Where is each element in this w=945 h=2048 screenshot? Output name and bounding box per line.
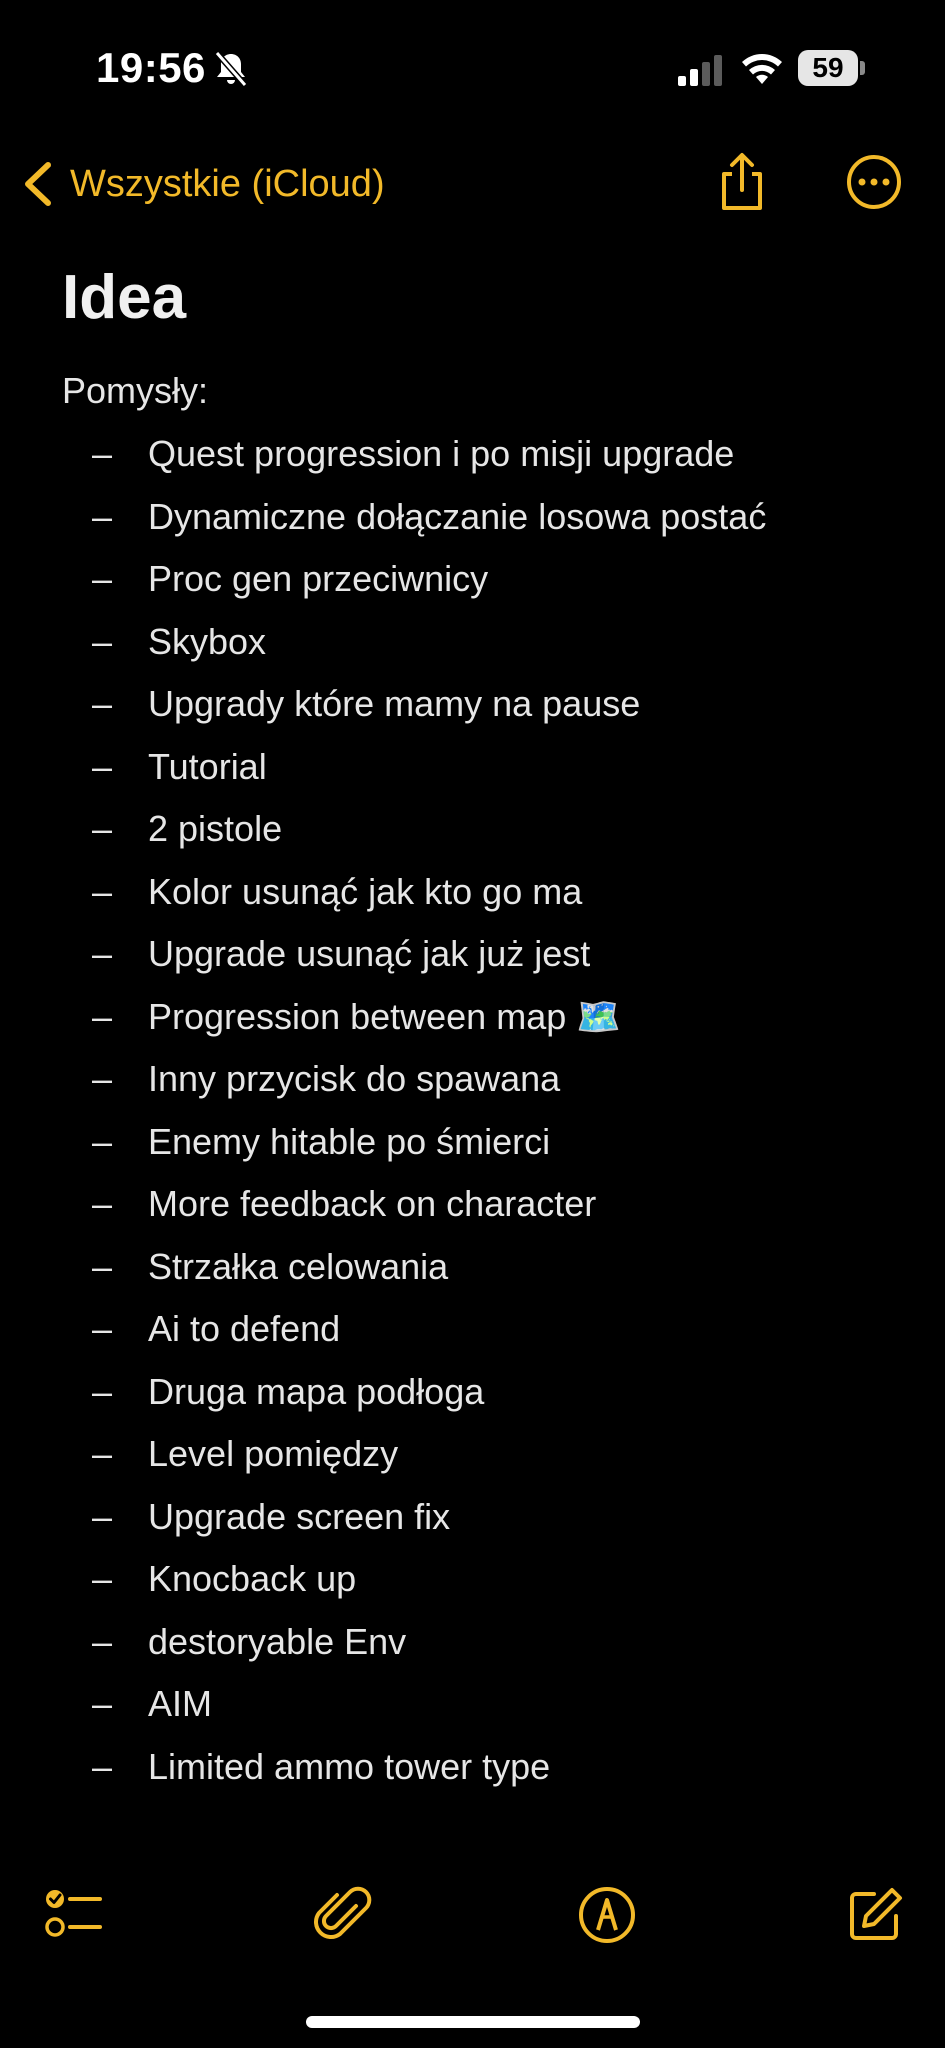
home-indicator[interactable]	[306, 2016, 640, 2028]
list-item-text: Druga mapa podłoga	[148, 1370, 485, 1412]
bullet-dash: –	[92, 1058, 113, 1099]
list-item-text: Progression between map 🗺️	[148, 995, 622, 1037]
list-item[interactable]: – AIM	[0, 1676, 945, 1739]
list-item[interactable]: – Upgrady które mamy na pause	[0, 676, 945, 739]
list-item[interactable]: – Knocback up	[0, 1551, 945, 1614]
list-item-text: Upgrade screen fix	[148, 1495, 451, 1537]
list-item-text: Dynamiczne dołączanie losowa postać	[148, 495, 767, 537]
bullet-dash: –	[92, 620, 113, 662]
list-item-text: Level pomiędzy	[148, 1433, 399, 1474]
bullet-dash: –	[92, 870, 113, 912]
list-item[interactable]: – Tutorial	[0, 739, 945, 802]
paperclip-icon[interactable]	[312, 1884, 374, 1946]
list-item[interactable]: – Level pomiędzy	[0, 1426, 945, 1489]
bullet-dash: –	[92, 1620, 113, 1662]
list-item[interactable]: – Enemy hitable po śmierci	[0, 1114, 945, 1177]
share-icon[interactable]	[710, 150, 774, 214]
bullet-dash: –	[92, 1433, 113, 1474]
list-item[interactable]: – Quest progression i po misji upgrade	[0, 426, 945, 489]
compose-icon[interactable]	[844, 1884, 906, 1946]
bullet-dash: –	[92, 683, 113, 724]
list-item-text: 2 pistole	[148, 808, 283, 849]
battery-level: 59	[798, 50, 858, 86]
bullet-dash: –	[92, 1495, 113, 1537]
list-item-text: Upgrady które mamy na pause	[148, 683, 641, 724]
list-item[interactable]: – Upgrade usunąć jak już jest	[0, 926, 945, 989]
bullet-dash: –	[92, 1245, 113, 1287]
more-icon[interactable]	[842, 150, 906, 214]
notes-screen: 19:56 59 Wszystkie (iCloud) Idea Pomysły…	[0, 0, 945, 2048]
bullet-dash: –	[92, 1120, 113, 1162]
list-item-text: Ai to defend	[148, 1308, 341, 1349]
list-item[interactable]: – Inny przycisk do spawana	[0, 1051, 945, 1114]
bullet-dash: –	[92, 1370, 113, 1412]
bullet-dash: –	[92, 933, 113, 974]
list-item[interactable]: – Proc gen przeciwnicy	[0, 551, 945, 614]
list-item-text: More feedback on character	[148, 1183, 597, 1224]
list-item-text: Knocback up	[148, 1558, 357, 1599]
bullet-dash: –	[92, 1183, 113, 1224]
list-item[interactable]: –2 pistole	[0, 801, 945, 864]
list-item[interactable]: – More feedback on character	[0, 1176, 945, 1239]
bullet-dash: –	[92, 495, 113, 537]
checklist-icon[interactable]	[42, 1884, 104, 1946]
battery-icon: 59	[798, 50, 866, 86]
list-item[interactable]: – Druga mapa podłoga	[0, 1364, 945, 1427]
battery-tip	[860, 61, 865, 75]
note-heading[interactable]: Pomysły:	[62, 370, 208, 412]
bullet-dash: –	[92, 1745, 113, 1787]
list-item-text: Inny przycisk do spawana	[148, 1058, 561, 1099]
list-item-text: Skybox	[148, 620, 267, 662]
list-item-text: Enemy hitable po śmierci	[148, 1120, 551, 1162]
bullet-dash: –	[92, 808, 113, 849]
list-item[interactable]: – Dynamiczne dołączanie losowa postać	[0, 489, 945, 552]
list-item-text: AIM	[148, 1683, 213, 1724]
back-button-label: Wszystkie (iCloud)	[70, 162, 385, 205]
list-item[interactable]: – Progression between map 🗺️	[0, 989, 945, 1052]
list-item[interactable]: – Kolor usunąć jak kto go ma	[0, 864, 945, 927]
wifi-icon	[742, 54, 782, 84]
list-item[interactable]: – Ai to defend	[0, 1301, 945, 1364]
bullet-dash: –	[92, 995, 113, 1037]
navigation-bar: Wszystkie (iCloud)	[0, 140, 945, 240]
back-button[interactable]: Wszystkie (iCloud)	[20, 154, 385, 214]
status-time: 19:56	[96, 44, 206, 91]
bullet-dash: –	[92, 1558, 113, 1599]
note-title[interactable]: Idea	[62, 262, 186, 333]
list-item-text: Tutorial	[148, 745, 267, 787]
cellular-signal-icon	[678, 55, 722, 86]
chevron-left-icon	[25, 162, 51, 206]
list-item-text: Kolor usunąć jak kto go ma	[148, 870, 583, 912]
list-item[interactable]: – destoryable Env	[0, 1614, 945, 1677]
list-item-text: Limited ammo tower type	[148, 1745, 551, 1787]
list-item-text: Quest progression i po misji upgrade	[148, 433, 735, 474]
markup-pen-icon[interactable]	[576, 1884, 638, 1946]
bullet-dash: –	[92, 433, 113, 474]
list-item[interactable]: – Strzałka celowania	[0, 1239, 945, 1302]
bullet-dash: –	[92, 1683, 113, 1724]
list-item-text: Proc gen przeciwnicy	[148, 558, 489, 599]
bell-slash-icon	[214, 51, 248, 87]
bullet-dash: –	[92, 1308, 113, 1349]
bullet-dash: –	[92, 745, 113, 787]
list-item-text: Upgrade usunąć jak już jest	[148, 933, 591, 974]
note-bullet-list[interactable]: – Quest progression i po misji upgrade – Dy…	[0, 426, 945, 1801]
list-item[interactable]: – Upgrade screen fix	[0, 1489, 945, 1552]
bullet-dash: –	[92, 558, 113, 599]
list-item[interactable]: – Skybox	[0, 614, 945, 677]
list-item-text: destoryable Env	[148, 1620, 407, 1662]
list-item-text: Strzałka celowania	[148, 1245, 449, 1287]
status-bar: 19:56 59	[0, 0, 945, 140]
list-item[interactable]: – Limited ammo tower type	[0, 1739, 945, 1802]
